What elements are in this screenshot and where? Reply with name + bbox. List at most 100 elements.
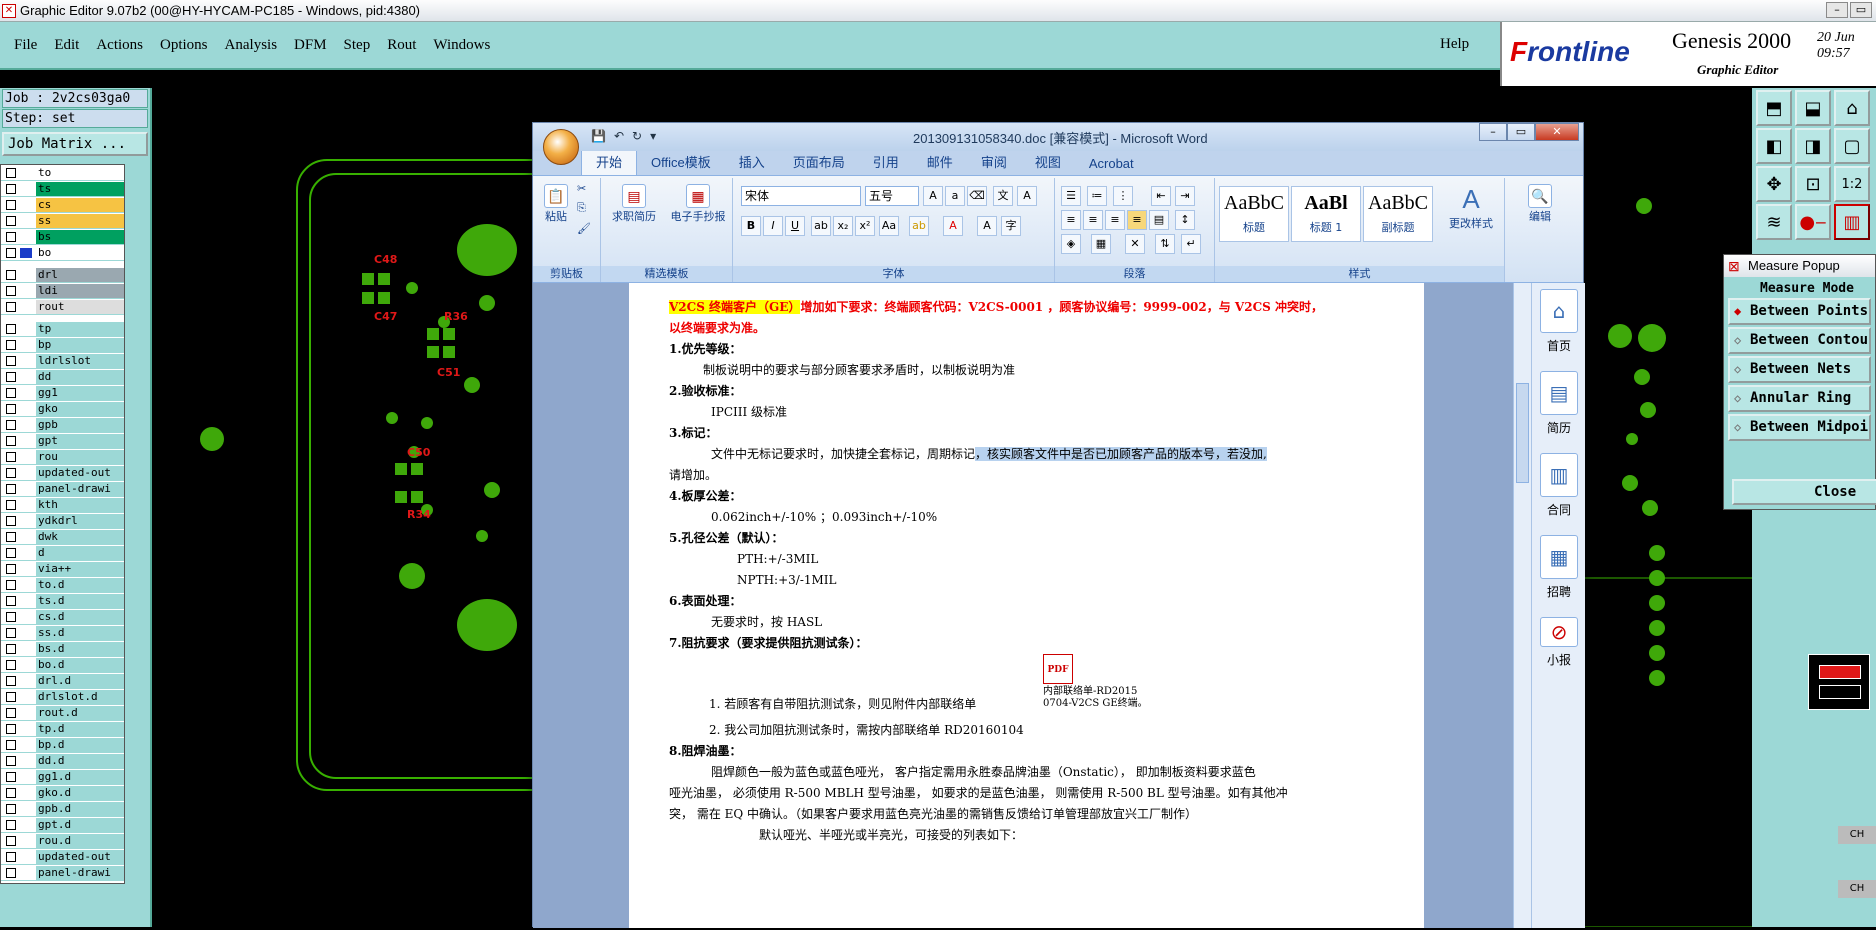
style-title[interactable]: AaBbC 标题 xyxy=(1219,186,1289,242)
layer-row[interactable]: bp.d xyxy=(1,737,124,753)
annular-ring-option[interactable]: ◇ Annular Ring xyxy=(1728,385,1871,412)
side-item-resume[interactable]: ▤ 简历 xyxy=(1536,371,1582,436)
scroll-thumb[interactable] xyxy=(1516,383,1529,483)
pan-left-icon[interactable]: ◧ xyxy=(1756,128,1792,164)
tab-acrobat[interactable]: Acrobat xyxy=(1075,152,1148,175)
layer-checkbox[interactable] xyxy=(6,269,16,280)
layer-affected-box[interactable] xyxy=(20,755,32,766)
layer-row[interactable]: ss xyxy=(1,213,124,229)
layer-checkbox[interactable] xyxy=(6,167,16,178)
layer-affected-box[interactable] xyxy=(20,739,32,750)
layer-checkbox[interactable] xyxy=(6,231,16,242)
tab-view[interactable]: 视图 xyxy=(1021,148,1075,175)
layer-checkbox[interactable] xyxy=(6,371,16,382)
layer-row[interactable]: bp xyxy=(1,337,124,353)
layer-row[interactable]: drl xyxy=(1,267,124,283)
layer-affected-box[interactable] xyxy=(20,867,32,878)
layer-checkbox[interactable] xyxy=(6,867,16,878)
layer-row[interactable]: rou.d xyxy=(1,833,124,849)
menu-analysis[interactable]: Analysis xyxy=(225,37,278,54)
layer-affected-box[interactable] xyxy=(20,467,32,478)
asian-layout-icon[interactable]: ✕ xyxy=(1125,234,1145,254)
layer-row[interactable]: ydkdrl xyxy=(1,513,124,529)
measure-icon[interactable]: ●‒ xyxy=(1795,204,1831,240)
distribute-icon[interactable]: ▤ xyxy=(1149,210,1169,230)
layer-row[interactable]: rout xyxy=(1,299,124,315)
layer-affected-box[interactable] xyxy=(20,339,32,350)
layer-affected-box[interactable] xyxy=(20,515,32,526)
layer-checkbox[interactable] xyxy=(6,755,16,766)
layer-checkbox[interactable] xyxy=(6,819,16,830)
layer-row[interactable]: gpt xyxy=(1,433,124,449)
layer-affected-box[interactable] xyxy=(20,835,32,846)
job-matrix-button[interactable]: Job Matrix ... xyxy=(2,132,148,156)
layer-affected-box[interactable] xyxy=(20,547,32,558)
side-item-recruit[interactable]: ▦ 招聘 xyxy=(1536,535,1582,600)
layer-checkbox[interactable] xyxy=(6,199,16,210)
subscript-icon[interactable]: x₂ xyxy=(833,216,853,236)
layer-row[interactable]: panel-drawi xyxy=(1,481,124,497)
redo-icon[interactable]: ↻ xyxy=(632,129,642,143)
align-right-icon[interactable]: ≡ xyxy=(1105,210,1125,230)
layer-row[interactable]: tp xyxy=(1,321,124,337)
layer-checkbox[interactable] xyxy=(6,183,16,194)
tab-review[interactable]: 审阅 xyxy=(967,148,1021,175)
style-subtitle[interactable]: AaBbC 副标题 xyxy=(1363,186,1433,242)
multilevel-icon[interactable]: ⋮ xyxy=(1113,186,1133,206)
one-to-two-icon[interactable]: 1:2 xyxy=(1834,166,1870,202)
word-restore-button[interactable]: ▭ xyxy=(1507,123,1535,141)
home-icon[interactable]: ⌂ xyxy=(1834,90,1870,126)
layer-checkbox[interactable] xyxy=(6,723,16,734)
word-minimize-button[interactable]: – xyxy=(1479,123,1507,141)
zoom-save-icon[interactable]: ⬓ xyxy=(1795,90,1831,126)
layer-checkbox[interactable] xyxy=(6,563,16,574)
menu-dfm[interactable]: DFM xyxy=(294,37,327,54)
layer-row[interactable]: kth xyxy=(1,497,124,513)
layer-affected-box[interactable] xyxy=(20,231,32,242)
layer-row[interactable]: dd xyxy=(1,369,124,385)
layer-affected-box[interactable] xyxy=(20,371,32,382)
tab-insert[interactable]: 插入 xyxy=(725,148,779,175)
shading-icon[interactable]: ◈ xyxy=(1061,234,1081,254)
style-heading1[interactable]: AaBl 标题 1 xyxy=(1291,186,1361,242)
tab-home[interactable]: 开始 xyxy=(581,147,638,175)
layer-checkbox[interactable] xyxy=(6,739,16,750)
layer-row[interactable]: gg1 xyxy=(1,385,124,401)
layer-affected-box[interactable] xyxy=(20,387,32,398)
phonetic-icon[interactable]: 文 xyxy=(993,186,1013,206)
layer-row[interactable]: bo xyxy=(1,245,124,261)
layer-checkbox[interactable] xyxy=(6,387,16,398)
align-left-icon[interactable]: ≡ xyxy=(1061,210,1081,230)
layer-affected-box[interactable] xyxy=(20,285,32,296)
change-case-icon[interactable]: Aa xyxy=(879,216,899,236)
layer-row[interactable]: cs xyxy=(1,197,124,213)
align-center-icon[interactable]: ≡ xyxy=(1083,210,1103,230)
menu-step[interactable]: Step xyxy=(344,37,371,54)
layer-row[interactable]: gpb.d xyxy=(1,801,124,817)
layer-checkbox[interactable] xyxy=(6,419,16,430)
tab-page-layout[interactable]: 页面布局 xyxy=(779,148,859,175)
menu-rout[interactable]: Rout xyxy=(387,37,416,54)
layer-checkbox[interactable] xyxy=(6,467,16,478)
bullets-icon[interactable]: ☰ xyxy=(1061,186,1081,206)
layer-affected-box[interactable] xyxy=(20,403,32,414)
menu-windows[interactable]: Windows xyxy=(433,37,490,54)
layer-row[interactable]: gg1.d xyxy=(1,769,124,785)
layer-row[interactable]: rou xyxy=(1,449,124,465)
save-icon[interactable]: 💾 xyxy=(591,129,606,143)
undo-icon[interactable]: ↶ xyxy=(614,129,624,143)
layer-checkbox[interactable] xyxy=(6,851,16,862)
layer-row[interactable]: updated-out xyxy=(1,465,124,481)
layer-affected-box[interactable] xyxy=(20,247,32,258)
char-shading-icon[interactable]: A xyxy=(977,216,997,236)
layer-affected-box[interactable] xyxy=(20,563,32,574)
resume-template-button[interactable]: ▤ 求职简历 xyxy=(605,184,663,224)
layer-affected-box[interactable] xyxy=(20,183,32,194)
layer-row[interactable]: gko.d xyxy=(1,785,124,801)
layer-affected-box[interactable] xyxy=(20,819,32,830)
layer-affected-box[interactable] xyxy=(20,499,32,510)
layer-row[interactable]: d xyxy=(1,545,124,561)
bold-icon[interactable]: B xyxy=(741,216,761,236)
paste-button[interactable]: 📋 粘贴 xyxy=(541,184,571,224)
restore-button[interactable]: ▭ xyxy=(1850,2,1872,18)
